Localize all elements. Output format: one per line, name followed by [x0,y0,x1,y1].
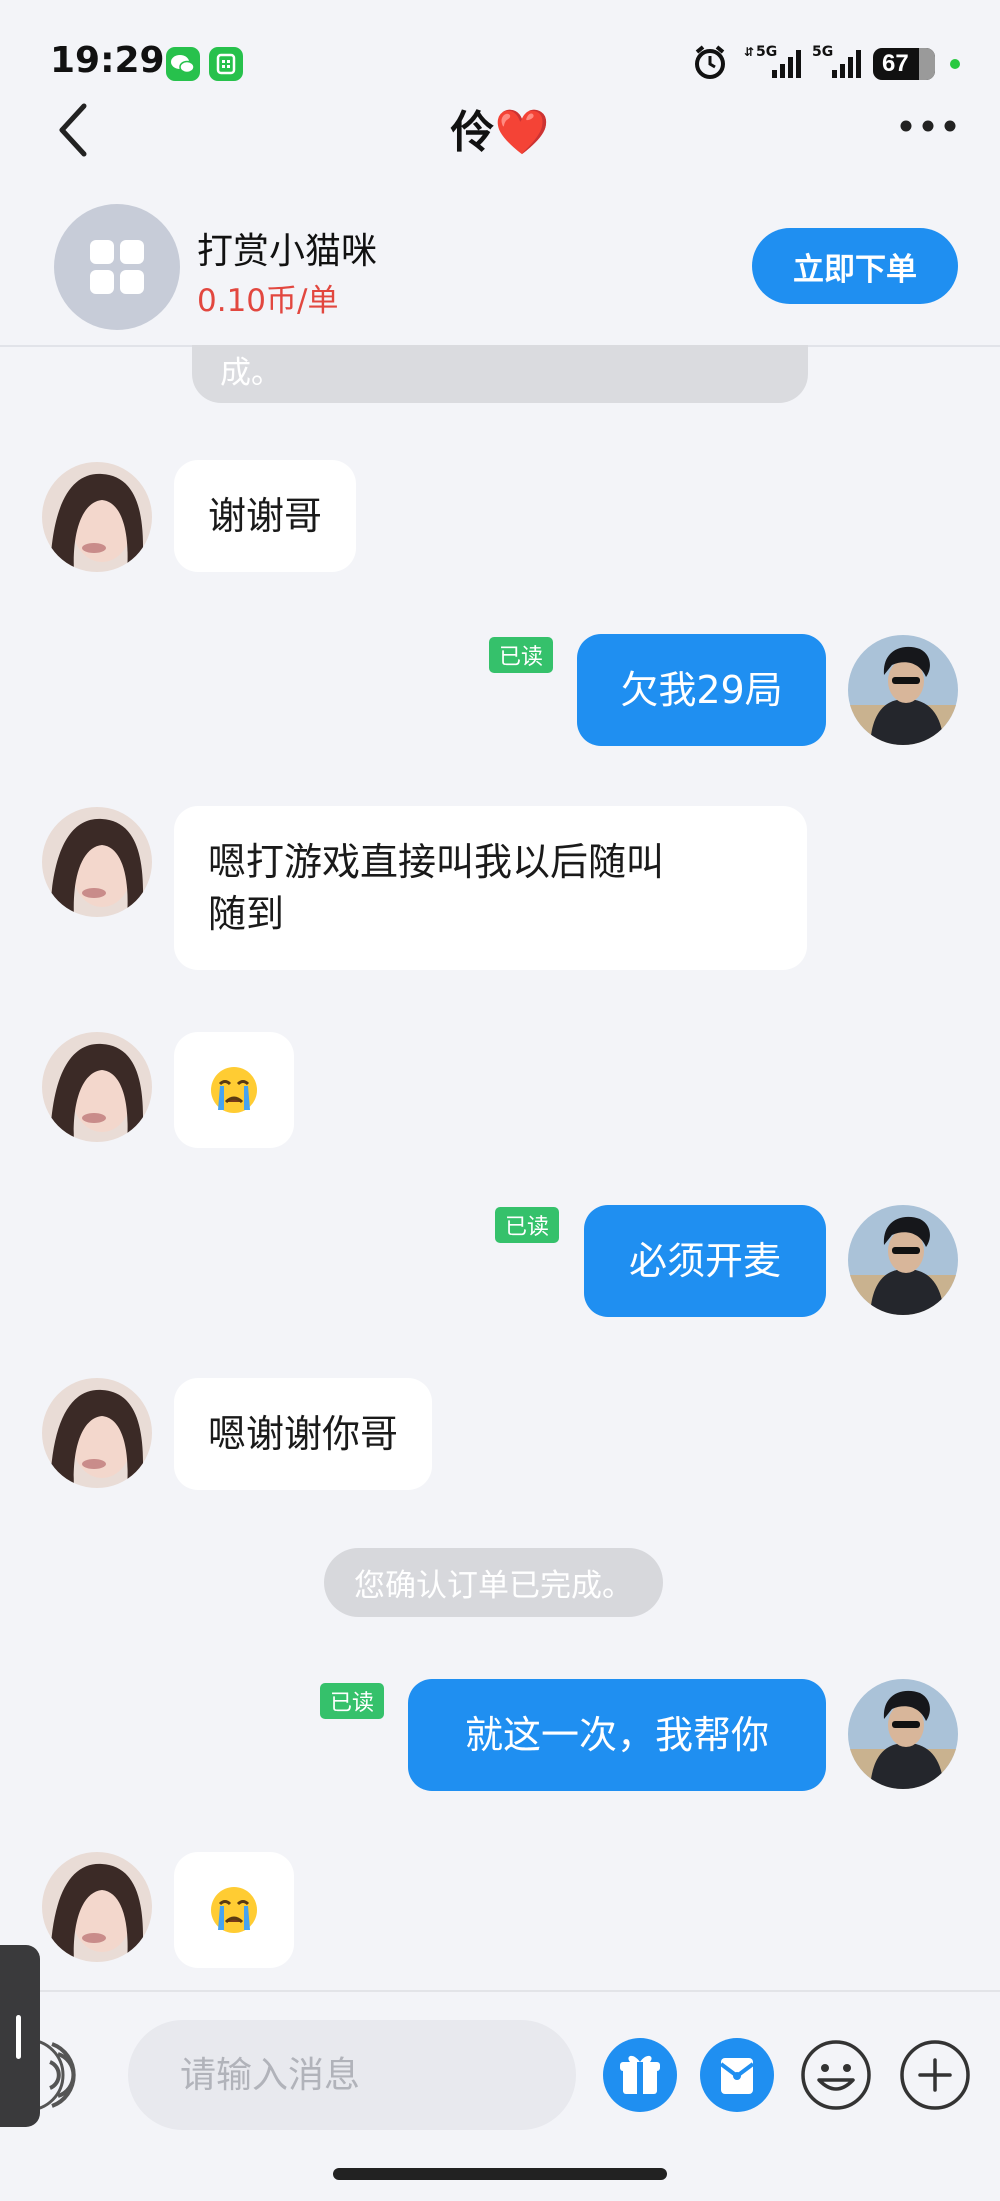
gift-icon [620,2055,660,2094]
message-text: 必须开麦 [628,1239,781,1283]
home-indicator[interactable] [333,2168,667,2180]
message-out-3[interactable]: 就这一次，我帮你 [408,1679,826,1791]
service-name: 打赏小猫咪 [197,231,378,272]
message-out-1[interactable]: 欠我29局 [577,634,826,746]
system-notice-clipped-text: 成。 [220,355,282,391]
contact-avatar[interactable] [42,1852,152,1962]
more-actions-button[interactable] [898,2038,972,2112]
message-text: 谢谢哥 [208,494,323,538]
alarm-icon [690,42,730,82]
gift-button[interactable] [603,2038,677,2112]
svg-text:⇵: ⇵ [744,45,754,59]
signal-icon-1: ⇵ 5G [742,42,806,82]
message-input[interactable] [128,2020,576,2130]
input-bar-divider [0,1990,1000,1992]
message-in-2[interactable]: 嗯打游戏直接叫我以后随叫 随到 [174,806,807,970]
my-avatar[interactable] [848,635,958,745]
privacy-dot [950,59,960,69]
contact-avatar[interactable] [42,462,152,572]
crying-emoji-icon [211,1067,257,1113]
more-button[interactable] [898,116,958,136]
order-now-button[interactable]: 立即下单 [752,228,958,304]
wechat-icon [166,47,200,81]
message-text-line-1: 嗯打游戏直接叫我以后随叫 [208,840,665,884]
system-notice-clipped: 成。 [192,345,808,403]
read-badge: 已读 [489,637,554,673]
red-packet-icon [719,2058,755,2094]
svg-text:5G: 5G [812,44,833,60]
service-price: 0.10币/单 [197,283,339,319]
message-text: 就这一次，我帮你 [464,1713,769,1757]
message-text-line-2: 随到 [208,892,285,936]
mini-app-icon [209,47,243,81]
my-avatar[interactable] [848,1679,958,1789]
contact-avatar[interactable] [42,1032,152,1142]
message-in-5[interactable] [174,1852,294,1968]
signal-icon-2: 5G [812,42,864,82]
crying-emoji-icon [211,1887,257,1933]
more-icon [900,120,956,132]
status-time: 19:29 [50,40,165,81]
contact-avatar[interactable] [42,807,152,917]
service-avatar[interactable] [54,204,180,330]
emoji-button[interactable] [799,2038,873,2112]
message-in-4[interactable]: 嗯谢谢你哥 [174,1378,433,1490]
my-avatar[interactable] [848,1205,958,1315]
message-in-3[interactable] [174,1032,294,1148]
battery-level: 67 [882,50,909,77]
floating-side-handle[interactable] [0,1945,40,2127]
read-badge: 已读 [320,1683,385,1719]
battery-icon: 67 [873,48,935,80]
network-label-1: 5G [756,44,777,60]
message-out-2[interactable]: 必须开麦 [584,1205,826,1317]
emoji-icon [801,2040,871,2110]
message-text: 欠我29局 [620,668,783,712]
system-notice: 您确认订单已完成。 [324,1548,663,1617]
grid-icon [90,240,144,294]
read-badge: 已读 [495,1207,560,1243]
page-title: 伶❤️ [450,107,550,158]
message-text: 嗯谢谢你哥 [208,1412,399,1456]
red-packet-button[interactable] [700,2038,774,2112]
contact-avatar[interactable] [42,1378,152,1488]
message-in-1[interactable]: 谢谢哥 [174,460,357,572]
plus-icon [900,2040,970,2110]
